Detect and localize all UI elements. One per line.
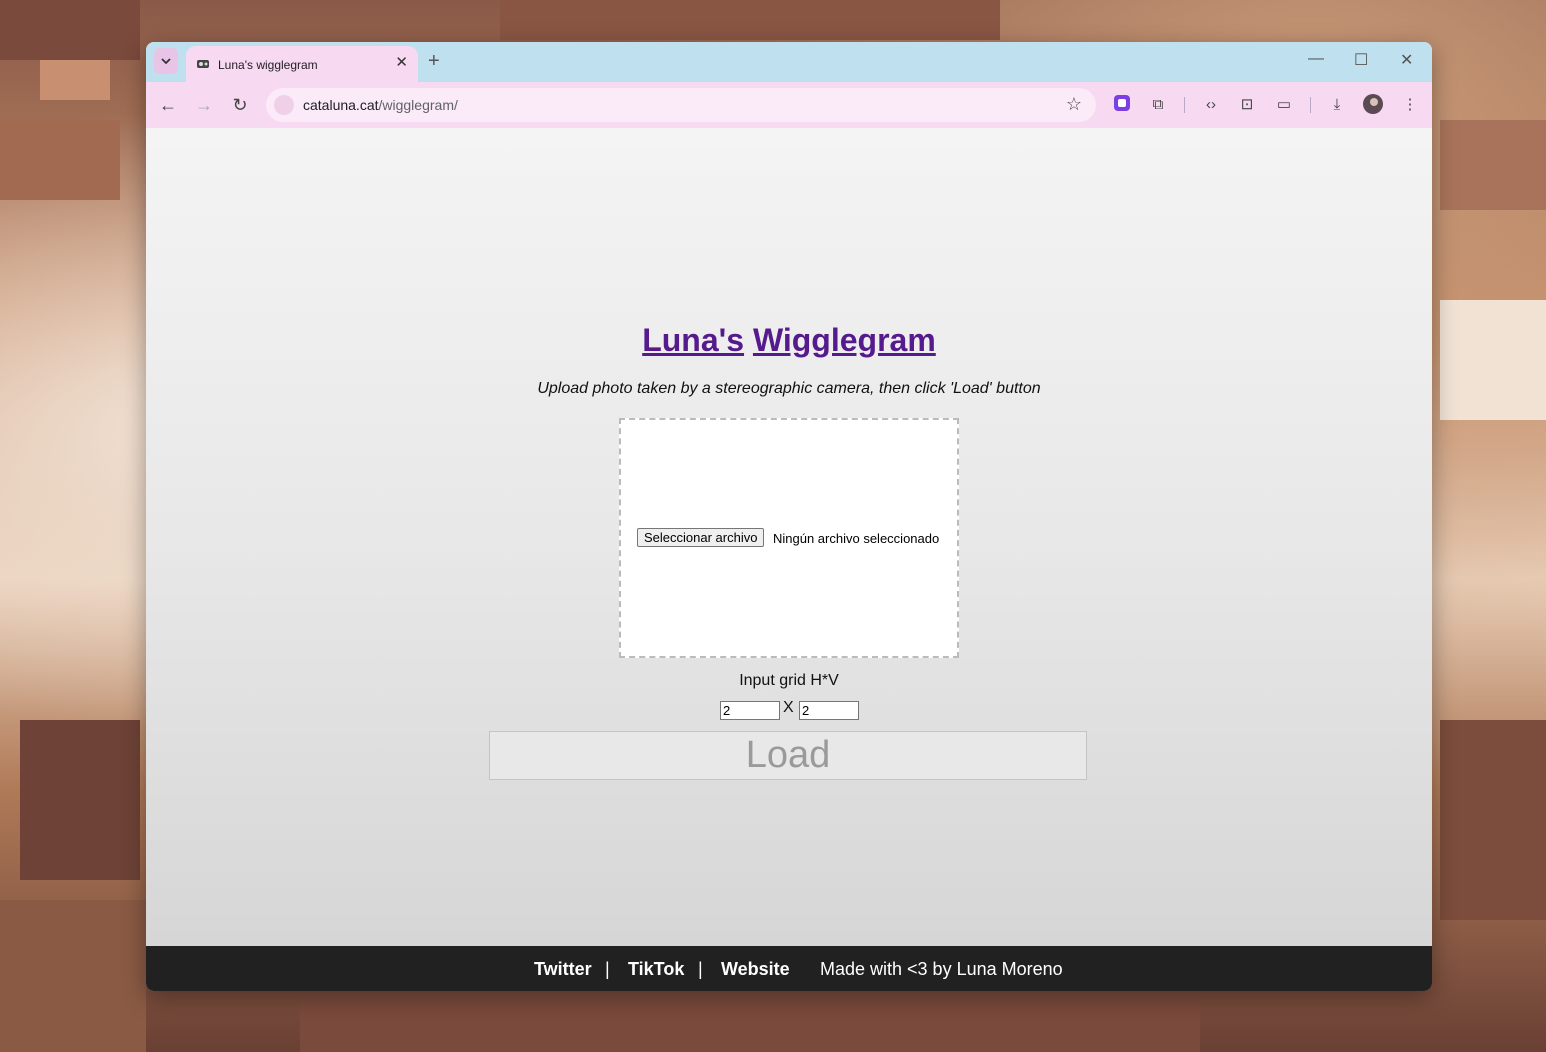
load-button[interactable]: Load (489, 731, 1087, 780)
minimize-button[interactable]: — (1308, 50, 1324, 68)
upload-dropzone[interactable]: Seleccionar archivo Ningún archivo selec… (619, 418, 959, 658)
menu-dots-icon[interactable]: ⋮ (1399, 94, 1421, 116)
site-settings-icon[interactable] (274, 95, 294, 115)
footer: Twitter | TikTok | Website Made with <3 … (146, 946, 1432, 991)
address-bar[interactable]: cataluna.cat/wigglegram/ ☆ (266, 88, 1096, 122)
file-status-text: Ningún archivo seleccionado (773, 531, 940, 546)
toolbar-divider (1310, 97, 1311, 113)
close-window-button[interactable]: ✕ (1400, 50, 1413, 70)
browser-window: Luna's wigglegram ✕ + — ☐ ✕ ← → ↻ catalu… (146, 42, 1432, 991)
star-icon[interactable]: ☆ (1066, 94, 1082, 115)
tab-strip: Luna's wigglegram ✕ + — ☐ ✕ (146, 42, 1432, 82)
footer-separator: | (605, 959, 610, 979)
download-icon[interactable]: ⤓ (1326, 94, 1348, 116)
grid-horizontal-input[interactable]: 2 (720, 701, 780, 720)
chevron-down-icon (161, 58, 171, 65)
grid-separator: X (783, 699, 794, 716)
page-content: Luna's Wigglegram Upload photo taken by … (146, 128, 1432, 946)
new-tab-button[interactable]: + (428, 50, 440, 72)
title-link-luna[interactable]: Luna's (642, 322, 744, 358)
tab-active[interactable]: Luna's wigglegram ✕ (186, 46, 418, 82)
screenshot-icon[interactable]: ⊡ (1236, 94, 1258, 116)
website-link[interactable]: Website (721, 959, 790, 980)
extension-icon[interactable] (1111, 94, 1133, 116)
tiktok-link[interactable]: TikTok (628, 959, 684, 980)
instructions-text: Upload photo taken by a stereographic ca… (537, 380, 1041, 397)
tab-title: Luna's wigglegram (218, 58, 318, 72)
toolbar-divider (1184, 97, 1185, 113)
devices-icon[interactable]: ▭ (1273, 94, 1295, 116)
grid-label: Input grid H*V (739, 672, 839, 689)
reload-icon[interactable]: ↻ (229, 94, 251, 116)
twitter-link[interactable]: Twitter (534, 959, 592, 980)
grid-vertical-input[interactable]: 2 (799, 701, 859, 720)
credit-text: Made with <3 by Luna Moreno (820, 959, 1063, 979)
forward-arrow-icon[interactable]: → (193, 94, 215, 116)
url-text[interactable]: cataluna.cat/wigglegram/ (303, 97, 458, 113)
choose-file-button[interactable]: Seleccionar archivo (637, 528, 765, 547)
page-title: Luna's Wigglegram (146, 322, 1432, 359)
back-arrow-icon[interactable]: ← (157, 94, 179, 116)
footer-separator: | (698, 959, 703, 979)
browser-toolbar: ← → ↻ cataluna.cat/wigglegram/ ☆ ⧉ ‹› ⊡ … (146, 82, 1432, 128)
close-tab-icon[interactable]: ✕ (395, 55, 408, 71)
code-icon[interactable]: ‹› (1200, 94, 1222, 116)
puzzle-icon[interactable]: ⧉ (1147, 94, 1169, 116)
maximize-button[interactable]: ☐ (1354, 50, 1368, 70)
avatar[interactable] (1362, 94, 1384, 116)
favicon (197, 60, 209, 68)
tab-search-button[interactable] (154, 48, 178, 74)
title-link-wigglegram[interactable]: Wigglegram (753, 322, 936, 358)
